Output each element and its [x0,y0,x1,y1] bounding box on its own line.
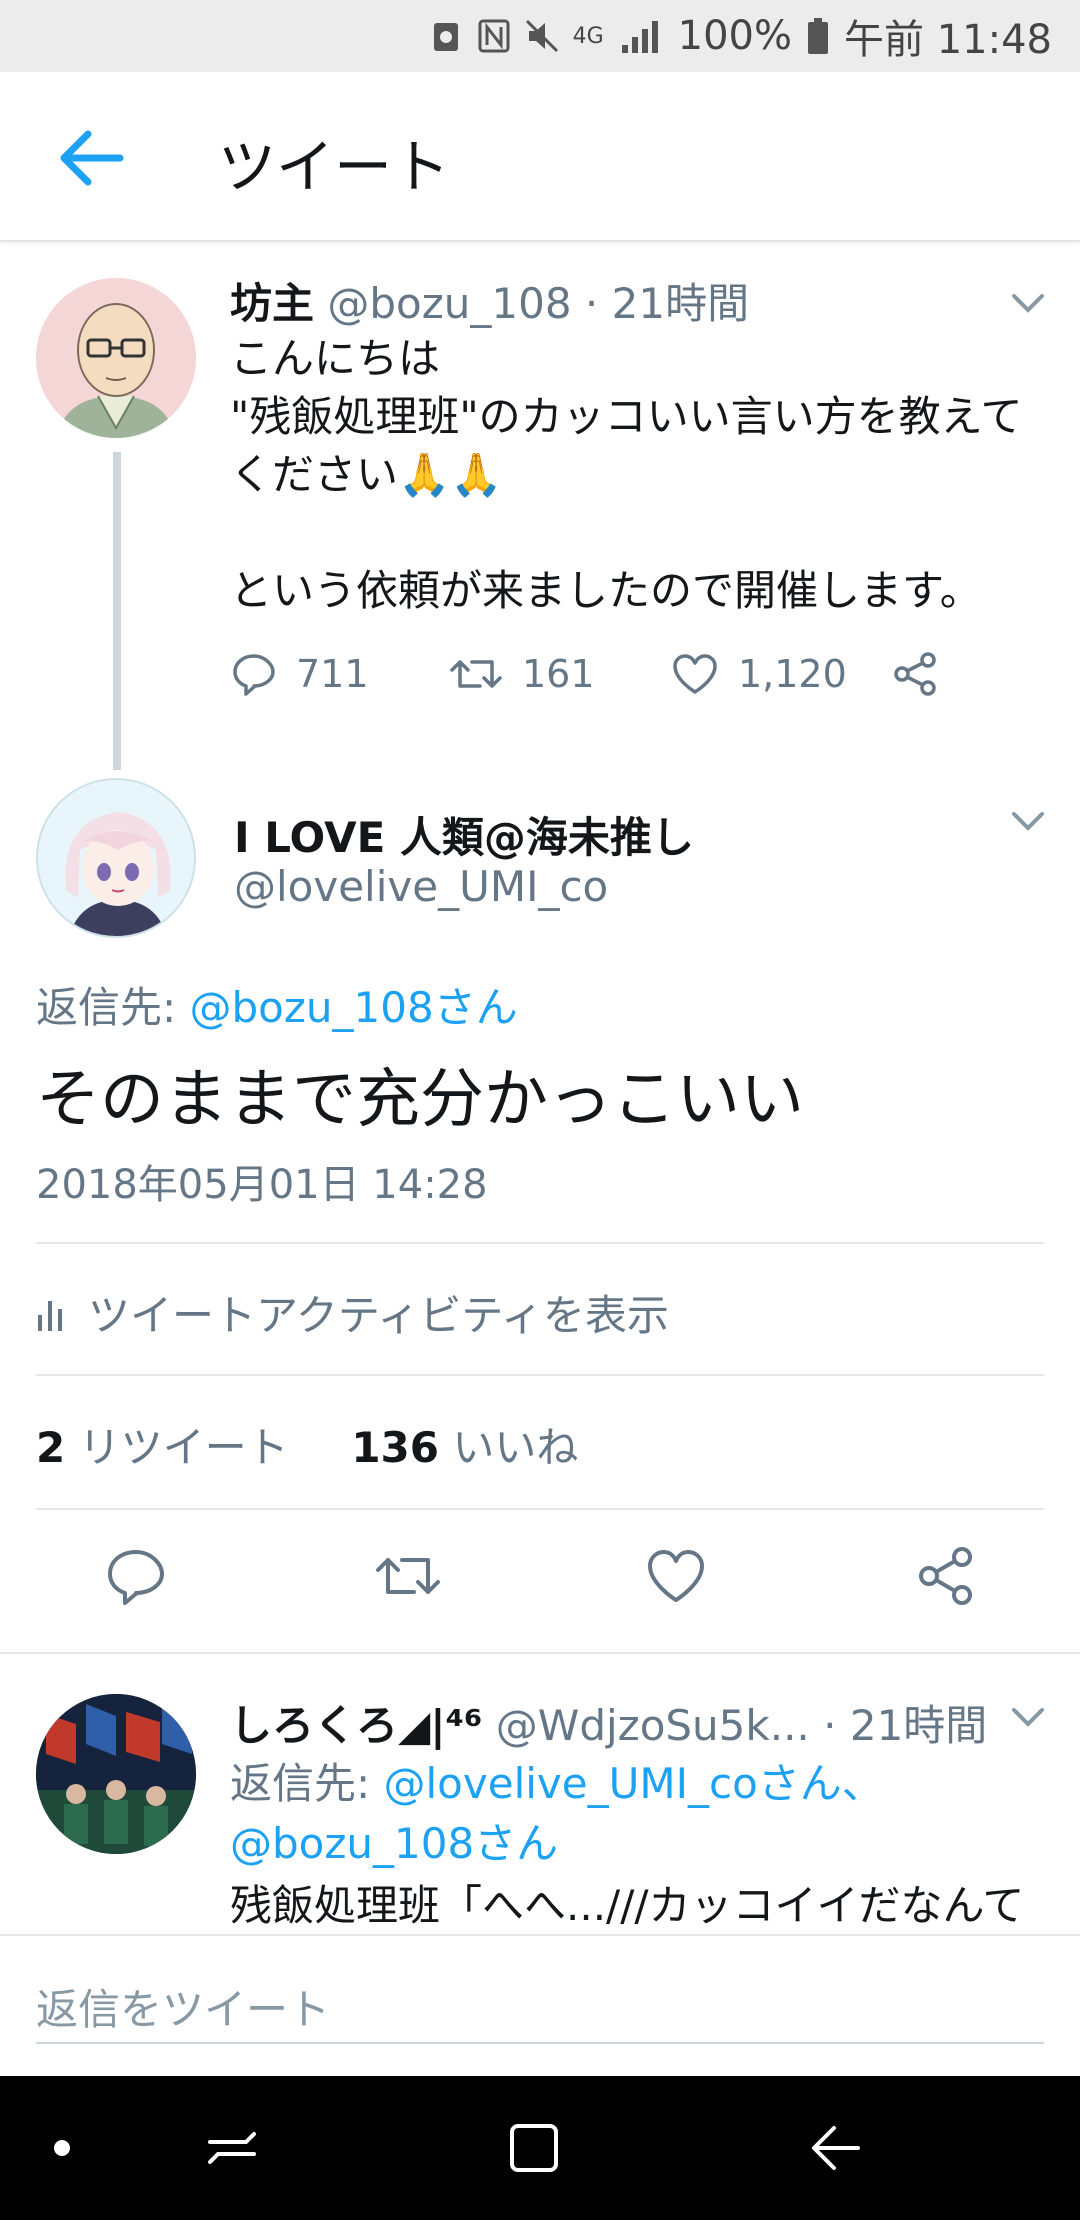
reply-count: 711 [296,652,369,696]
tweet-activity-link[interactable]: ツイートアクティビティを表示 [36,1282,669,1343]
main-author-handle[interactable]: @lovelive_UMI_co [234,862,608,911]
chevron-down-icon[interactable] [1008,290,1048,316]
signal-icon [621,21,658,53]
tweet-line: "残飯処理班"のカッコいい言い方を教えて [230,392,1023,441]
tweet-line: という依頼が来ましたので開催します。 [230,566,982,615]
retweet-action[interactable]: 161 [448,650,595,698]
clock: 午前 11:48 [844,17,1052,63]
like-stat-label: いいね [452,1423,579,1472]
avatar-lovelive[interactable] [36,778,196,938]
mute-icon [525,19,558,53]
reply-icon[interactable] [104,1544,168,1608]
tweet-time: · 21時間 [584,279,750,328]
reply-author-name[interactable]: しろくろ◢|⁴⁶ [230,1701,482,1750]
tweet-activity-label: ツイートアクティビティを表示 [88,1291,669,1340]
network-type: 4G [572,23,604,49]
tweet-line: ください🙏🙏 [230,450,503,499]
thread-connector [113,452,121,770]
like-count: 1,120 [738,652,847,696]
tweet-timestamp: 2018年05月01日 14:28 [36,1162,488,1208]
system-navbar [0,2076,1080,2220]
share-action[interactable] [890,650,940,698]
chevron-down-icon[interactable] [1008,808,1048,834]
retweet-stat[interactable]: 2 リツイート [36,1423,289,1472]
like-action[interactable]: 1,120 [670,650,847,698]
tweet-stats: 2 リツイート 136 いいね [36,1414,578,1475]
retweet-icon[interactable] [372,1544,444,1608]
reply-input[interactable]: 返信をツイート [36,1976,1044,2044]
app-header: ツイート [0,72,1080,242]
divider [0,1652,1080,1654]
main-tweet-actions [0,1544,1080,1624]
status-icons: 4G 100% 午前 11:48 [429,10,1052,63]
main-tweet-text: そのままで充分かっこいい [36,1063,804,1137]
retweet-icon [450,660,502,688]
divider [36,1374,1044,1376]
reply-icon [233,654,275,696]
group-photo [36,1694,196,1854]
notification-icon [433,23,458,51]
retweet-stat-label: リツイート [78,1423,289,1472]
reply-author-handle: @WdjzoSu5k... [495,1701,810,1750]
author-handle: @bozu_108 [327,279,572,328]
chevron-down-icon[interactable] [1008,1704,1048,1730]
reply-to-line: 返信先: @lovelive_UMI_coさん、 @bozu_108さん [230,1754,884,1874]
recent-apps-icon[interactable] [196,2112,268,2184]
retweet-total: 2 [36,1423,66,1472]
like-icon [673,654,717,694]
reply-tweet-time: · 21時間 [823,1701,988,1750]
share-icon [894,652,936,696]
back-icon[interactable] [800,2112,872,2184]
reply-author-line: しろくろ◢|⁴⁶ @WdjzoSu5k... · 21時間 [230,1692,987,1753]
reply-to-link[interactable]: @bozu_108さん [190,983,518,1032]
back-arrow-icon[interactable] [50,118,130,198]
tweet-line [230,504,1050,562]
like-icon[interactable] [644,1544,708,1608]
reply-to-link[interactable]: @lovelive_UMI_coさん、 [384,1759,884,1808]
tweet-body: こんにちは "残飯処理班"のカッコいい言い方を教えて ください🙏🙏 という依頼が… [230,330,1050,620]
divider [36,1242,1044,1244]
monk-illustration [36,278,196,438]
status-bar: 4G 100% 午前 11:48 [0,0,1080,72]
main-author-name[interactable]: I LOVE 人類@海未推し [234,804,694,865]
retweet-count: 161 [522,652,595,696]
reply-action[interactable]: 711 [230,650,369,698]
divider [36,1508,1044,1510]
reply-tweet-text: 残飯処理班「へへ...///カッコイイだなんて [230,1881,1025,1930]
tweet-line: こんにちは [230,334,441,383]
like-total: 136 [351,1423,439,1472]
battery-percent: 100% [677,13,792,59]
anime-character-illustration [38,780,194,936]
reply-composer: 返信をツイート [0,1934,1080,2076]
reply-to-label: 返信先: [36,983,190,1032]
dot-icon[interactable] [26,2112,98,2184]
battery-icon [808,18,828,54]
page-title: ツイート [218,133,451,201]
home-icon[interactable] [498,2112,570,2184]
bar-chart-icon [38,1300,62,1331]
reply-to-label: 返信先: [230,1759,384,1808]
share-icon[interactable] [914,1544,978,1608]
nfc-icon [478,19,510,53]
reply-to-link[interactable]: @bozu_108さん [230,1819,558,1868]
tweet-author-line: 坊主 @bozu_108 · 21時間 [230,270,749,331]
author-name[interactable]: 坊主 [230,279,314,328]
avatar-bozu[interactable] [36,278,196,438]
reply-to-line: 返信先: @bozu_108さん [36,974,518,1035]
like-stat[interactable]: 136 いいね [351,1423,578,1472]
avatar-shirokuro[interactable] [36,1694,196,1854]
